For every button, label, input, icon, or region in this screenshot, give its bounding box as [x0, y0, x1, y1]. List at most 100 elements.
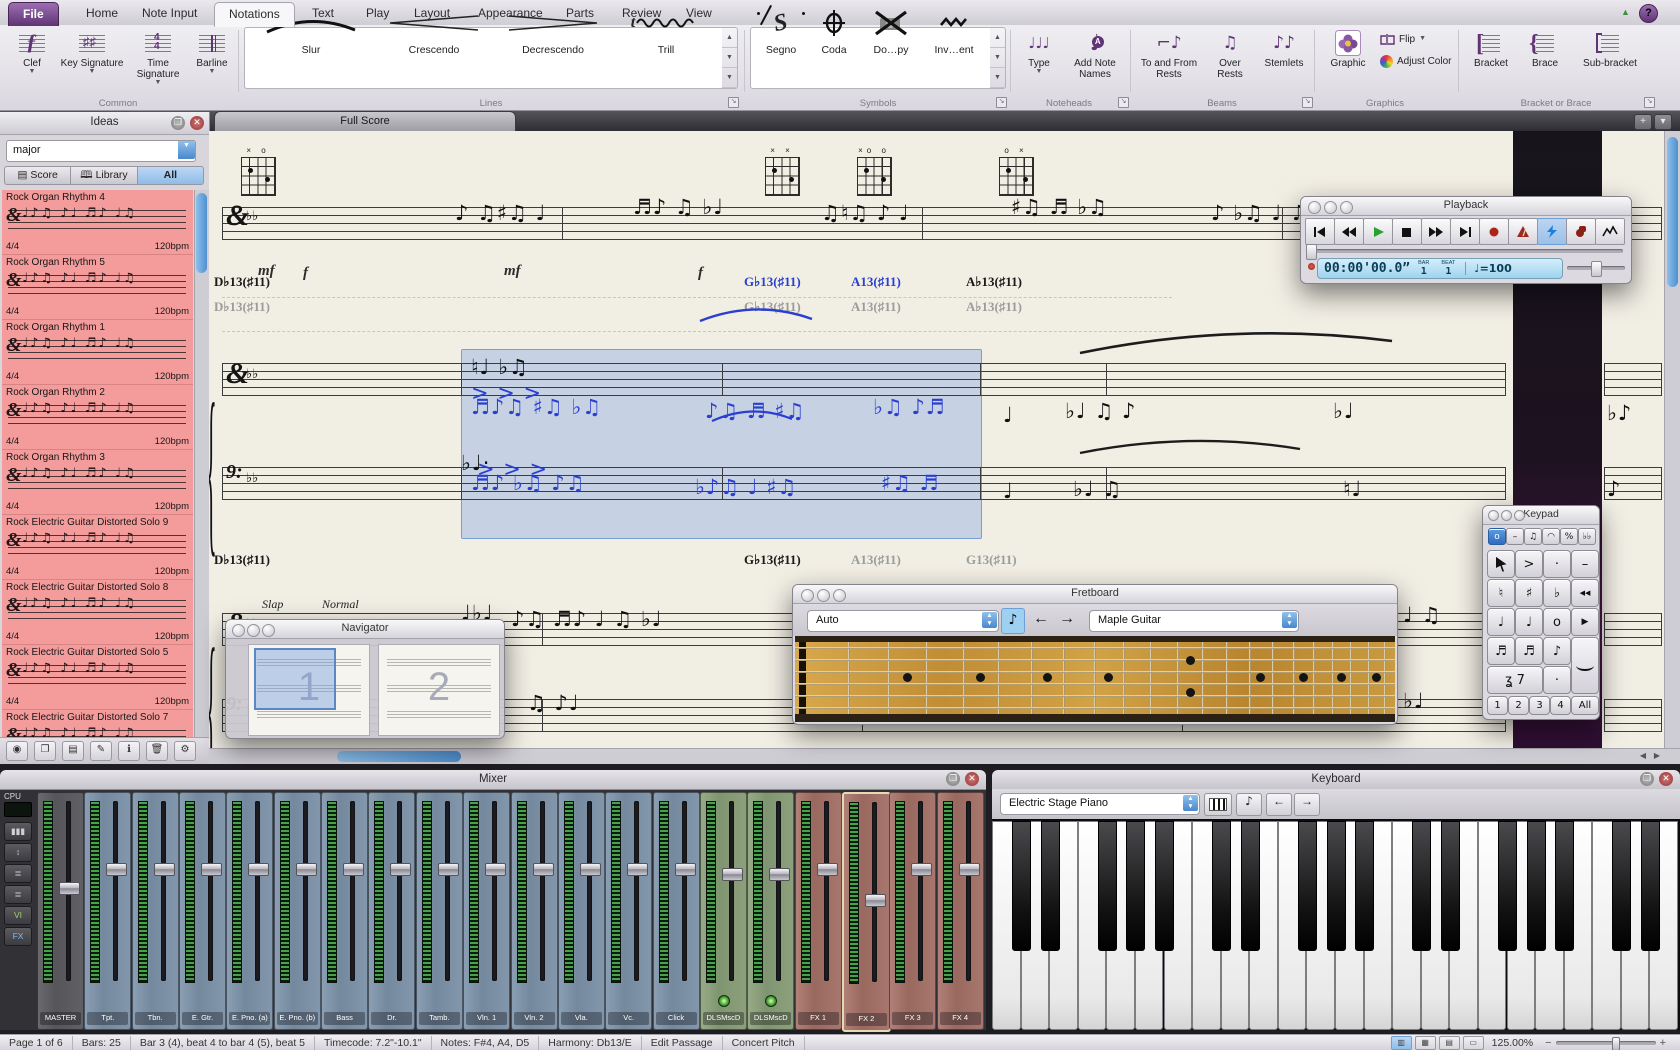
help-button[interactable]: ?: [1639, 4, 1658, 23]
fader-thumb[interactable]: [533, 863, 554, 876]
idea-item[interactable]: Rock Electric Guitar Distorted Solo 8&♩♪…: [2, 580, 193, 645]
fretboard-title-bar[interactable]: Fretboard: [793, 585, 1397, 604]
keypad-key-tenuto[interactable]: –: [1571, 550, 1599, 578]
status-item-2[interactable]: Bar 3 (4), beat 4 to bar 4 (5), beat 5: [131, 1036, 315, 1050]
black-key[interactable]: [1555, 821, 1574, 951]
lines-gallery-scroll[interactable]: ▲▼▼: [722, 27, 738, 89]
black-key[interactable]: [1412, 821, 1431, 951]
fader-thumb[interactable]: [911, 863, 932, 876]
keypad-key-dot[interactable]: ·: [1543, 666, 1571, 694]
time-signature-button[interactable]: 44 Time Signature▼: [126, 28, 190, 86]
keypad-voice-all[interactable]: All: [1571, 696, 1599, 715]
keypad-voice-2[interactable]: 2: [1508, 696, 1529, 715]
mixer-channel-dlsmscd[interactable]: DLSMscD: [700, 792, 747, 1030]
status-item-3[interactable]: Timecode: 7.2"-10.1": [315, 1036, 432, 1050]
keypad-key-accent[interactable]: >: [1515, 550, 1543, 578]
playback-title-bar[interactable]: Playback: [1301, 197, 1631, 216]
fretboard-prev-button[interactable]: ←: [1033, 610, 1049, 628]
idea-item[interactable]: Rock Electric Guitar Distorted Solo 9&♩♪…: [2, 515, 193, 580]
keypad-key-rests[interactable]: ʓ 7: [1487, 666, 1543, 694]
black-key[interactable]: [1298, 821, 1317, 951]
idea-info-button[interactable]: ℹ: [118, 741, 140, 761]
ribbon-collapse-button[interactable]: ▲: [1617, 4, 1634, 21]
beams-to-from-rests-button[interactable]: ⌐♪ To and From Rests: [1136, 28, 1202, 86]
beams-over-rests-button[interactable]: ♫ Over Rests: [1206, 28, 1254, 86]
ribbon-tab-note-input[interactable]: Note Input: [128, 2, 211, 25]
keypad-title-bar[interactable]: Keypad: [1483, 506, 1599, 525]
keyboard-detach-button[interactable]: ❐: [1640, 772, 1654, 786]
playback-minimize-icon[interactable]: [1324, 201, 1337, 214]
keyboard-instrument-select[interactable]: Electric Stage Piano▲▼: [1000, 793, 1200, 815]
tempo-line-button[interactable]: [1595, 218, 1625, 245]
key-signature-button[interactable]: ♯♯ Key Signature▼: [60, 28, 124, 86]
mixer-channel-tamb-[interactable]: Tamb.: [416, 792, 463, 1030]
fader-thumb[interactable]: [675, 863, 696, 876]
channel-power-led[interactable]: [718, 995, 730, 1007]
black-key[interactable]: [1641, 821, 1660, 951]
skip-end-button[interactable]: [1450, 218, 1480, 245]
mixer-channel-click[interactable]: Click: [653, 792, 700, 1030]
rewind-button[interactable]: [1334, 218, 1364, 245]
fader-thumb[interactable]: [390, 863, 411, 876]
mixer-channel-e-pno-b-[interactable]: E. Pno. (b): [274, 792, 321, 1030]
keypad-page-tab-2[interactable]: –: [1506, 528, 1524, 545]
add-note-names-button[interactable]: ♩A Add Note Names: [1066, 28, 1124, 86]
black-key[interactable]: [1098, 821, 1117, 951]
transport-view-icon[interactable]: ▤: [1439, 1036, 1460, 1050]
keypad-voice-4[interactable]: 4: [1550, 696, 1571, 715]
fretboard-instrument-select[interactable]: Maple Guitar▲▼: [1089, 610, 1299, 632]
fretboard-zoom-icon[interactable]: [833, 589, 846, 602]
keypad-key-flat[interactable]: ♭: [1543, 579, 1571, 607]
ideas-scrollbar[interactable]: [194, 190, 209, 750]
mixer-channel-fx-1[interactable]: FX 1: [795, 792, 842, 1030]
keypad-page-tab-4[interactable]: ◠: [1542, 528, 1560, 545]
black-key[interactable]: [1355, 821, 1374, 951]
mixer-channel-e-pno-a-[interactable]: E. Pno. (a): [226, 792, 273, 1030]
adjust-color-button[interactable]: Adjust Color: [1380, 52, 1456, 70]
status-item-7[interactable]: Concert Pitch: [723, 1036, 805, 1050]
zoom-slider[interactable]: [1556, 1041, 1656, 1045]
black-key[interactable]: [1327, 821, 1346, 951]
record-button[interactable]: [1479, 218, 1509, 245]
guitar-string[interactable]: [795, 683, 1395, 685]
idea-item[interactable]: Rock Organ Rhythm 1&♩♪♫ ♪♩ ♬♪ ♩♫4/4120bp…: [2, 320, 193, 385]
new-tab-button[interactable]: +: [1634, 114, 1652, 130]
keypad-page-tab-1[interactable]: o: [1488, 528, 1506, 545]
keyboard-close-button[interactable]: ✕: [1659, 772, 1673, 786]
fader-thumb[interactable]: [248, 863, 269, 876]
live-playback-button[interactable]: [1537, 218, 1567, 245]
ideas-tab-score[interactable]: ▤ Score: [4, 166, 71, 185]
lines-launcher[interactable]: ↘: [728, 97, 739, 108]
fretboard-minimize-icon[interactable]: [817, 589, 830, 602]
metronome-button[interactable]: [1508, 218, 1538, 245]
black-key[interactable]: [1155, 821, 1174, 951]
navigator-zoom-icon[interactable]: [262, 624, 275, 637]
status-item-6[interactable]: Edit Passage: [642, 1036, 723, 1050]
keypad-page-tab-6[interactable]: ♭♭: [1578, 528, 1596, 545]
noteheads-launcher[interactable]: ↘: [1118, 97, 1129, 108]
fretboard-close-icon[interactable]: [801, 589, 814, 602]
ideas-detach-button[interactable]: ❐: [171, 116, 185, 130]
keypad-key-eighth[interactable]: ♪: [1543, 637, 1571, 665]
mixer-channel-fx-3[interactable]: FX 3: [889, 792, 936, 1030]
coda-item[interactable]: Coda: [810, 2, 858, 56]
black-key[interactable]: [1012, 821, 1031, 951]
mixer-channel-tbn-[interactable]: Tbn.: [132, 792, 179, 1030]
mixer-channel-fx-2[interactable]: FX 2: [842, 792, 891, 1032]
black-key[interactable]: [1212, 821, 1231, 951]
fader-thumb[interactable]: [769, 868, 790, 881]
guitar-string[interactable]: [795, 647, 1395, 649]
keypad-key-half[interactable]: ♩: [1515, 608, 1543, 636]
paste-idea-button[interactable]: ▤: [62, 741, 84, 761]
ideas-tab-all[interactable]: All: [138, 166, 204, 185]
fretboard-position-select[interactable]: Auto▲▼: [807, 610, 999, 632]
bracket-launcher[interactable]: ↘: [1644, 97, 1655, 108]
sub-bracket-button[interactable]: Sub-bracket: [1572, 28, 1648, 86]
keypad-key-staccato[interactable]: ·: [1543, 550, 1571, 578]
keypad-key-sharp[interactable]: ♯: [1515, 579, 1543, 607]
crescendo-item[interactable]: Crescendo: [380, 2, 488, 56]
fader-thumb[interactable]: [959, 863, 980, 876]
brace-button[interactable]: { Brace: [1522, 28, 1568, 86]
tab-full-score[interactable]: Full Score: [214, 111, 516, 133]
keypad-key-tie[interactable]: [1571, 637, 1599, 694]
